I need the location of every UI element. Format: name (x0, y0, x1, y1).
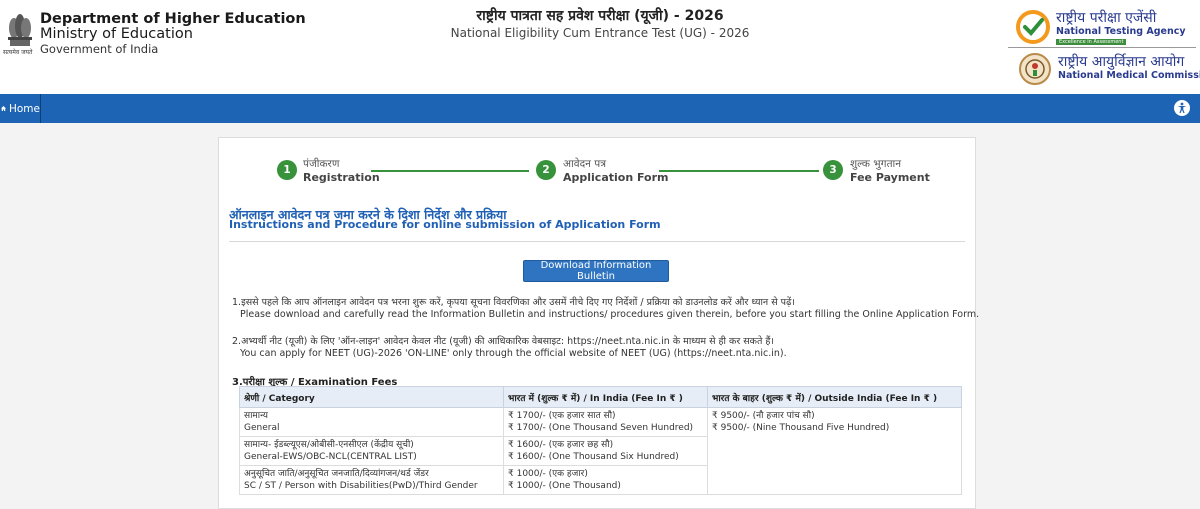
step-2-label-english: Application Form (563, 171, 669, 184)
column-header-category: श्रेणी / Category (239, 386, 504, 408)
table-row: सामान्य General ₹ 1700/- (एक हजार सात सौ… (239, 407, 962, 495)
category-cell: अनुसूचित जाति/अनुसूचित जनजाति/दिव्यांगजन… (239, 465, 504, 495)
fees-table: श्रेणी / Category भारत में (शुल्क ₹ में)… (239, 386, 962, 495)
emblem-caption: सत्यमेव जयते (3, 49, 33, 56)
nav-home-label: Home (8, 102, 40, 115)
download-bulletin-button[interactable]: Download Information Bulletin (523, 260, 669, 282)
main-navbar: Home (0, 94, 1200, 123)
india-fee-cell: ₹ 1000/- (एक हजार) ₹ 1000/- (One Thousan… (503, 465, 708, 495)
fee-hindi: ₹ 1000/- (एक हजार) (508, 469, 588, 479)
step-1-label-english: Registration (303, 171, 380, 184)
fees-table-header: श्रेणी / Category भारत में (शुल्क ₹ में)… (239, 386, 962, 408)
accessibility-icon[interactable] (1174, 100, 1190, 116)
section-divider (229, 241, 965, 242)
step-connector-2 (659, 170, 819, 172)
fee-english: ₹ 1000/- (One Thousand) (508, 481, 621, 491)
category-hindi: सामान्य (244, 411, 269, 421)
step-3-label-english: Fee Payment (850, 171, 930, 184)
application-card: 1 पंजीकरण Registration 2 आवेदन पत्र Appl… (218, 137, 980, 509)
category-hindi: अनुसूचित जाति/अनुसूचित जनजाति/दिव्यांगजन… (244, 469, 429, 479)
category-cell: सामान्य- ईडब्ल्यूएस/ओबीसी-एनसीएल (केंद्र… (239, 436, 504, 466)
outside-fee-hindi: ₹ 9500/- (नौ हजार पांच सौ) (712, 411, 815, 421)
category-english: General (244, 423, 280, 433)
step-2-label-hindi: आवेदन पत्र (563, 158, 607, 170)
step-2-circle: 2 (536, 160, 556, 180)
column-header-outside: भारत के बाहर (शुल्क ₹ में) / Outside Ind… (707, 386, 962, 408)
step-3-circle: 3 (823, 160, 843, 180)
category-cell: सामान्य General (239, 407, 504, 437)
nta-name-english: National Testing Agency (1056, 26, 1186, 37)
nmc-logo-icon (1019, 53, 1051, 85)
category-english: General-EWS/OBC-NCL(CENTRAL LIST) (244, 452, 417, 462)
column-header-india: भारत में (शुल्क ₹ में) / In India (Fee I… (503, 386, 708, 408)
instruction-1-hindi: 1.इससे पहले कि आप ऑनलाइन आवेदन पत्र भरना… (232, 297, 796, 308)
nta-logo-icon (1016, 10, 1050, 44)
fee-english: ₹ 1700/- (One Thousand Seven Hundred) (508, 423, 694, 433)
step-1-label-hindi: पंजीकरण (303, 158, 340, 170)
instruction-2-hindi: 2.अभ्यर्थी नीट (यूजी) के लिए 'ऑन-लाइन' आ… (232, 336, 775, 347)
nta-name-hindi: राष्ट्रीय परीक्षा एजेंसी (1056, 10, 1157, 26)
logo-separator (1008, 47, 1196, 48)
nta-tagline: Excellence in Assessment (1056, 39, 1127, 45)
government-name: Government of India (40, 42, 159, 56)
fee-hindi: ₹ 1700/- (एक हजार सात सौ) (508, 411, 616, 421)
step-3-label-hindi: शुल्क भुगतान (850, 158, 902, 170)
home-icon (1, 106, 6, 111)
site-header: सत्यमेव जयते Department of Higher Educat… (0, 0, 1200, 94)
section-title-english: Instructions and Procedure for online su… (229, 218, 661, 231)
fee-english: ₹ 1600/- (One Thousand Six Hundred) (508, 452, 679, 462)
outside-fee-english: ₹ 9500/- (Nine Thousand Five Hundred) (712, 423, 890, 433)
category-hindi: सामान्य- ईडब्ल्यूएस/ओबीसी-एनसीएल (केंद्र… (244, 440, 414, 450)
outside-india-fee-cell: ₹ 9500/- (नौ हजार पांच सौ) ₹ 9500/- (Nin… (707, 407, 962, 495)
fee-hindi: ₹ 1600/- (एक हजार छह सौ) (508, 440, 614, 450)
step-connector-1 (371, 170, 529, 172)
nmc-name-english: National Medical Commission (1058, 70, 1200, 81)
instruction-1-english: Please download and carefully read the I… (240, 309, 980, 320)
category-english: SC / ST / Person with Disabilities(PwD)/… (244, 481, 478, 491)
instruction-2-english: You can apply for NEET (UG)-2026 'ON-LIN… (240, 348, 787, 359)
india-fee-cell: ₹ 1700/- (एक हजार सात सौ) ₹ 1700/- (One … (503, 407, 708, 437)
step-1-circle: 1 (277, 160, 297, 180)
nav-home-link[interactable]: Home (0, 94, 41, 123)
nmc-name-hindi: राष्ट्रीय आयुर्विज्ञान आयोग (1058, 54, 1185, 70)
india-fee-cell: ₹ 1600/- (एक हजार छह सौ) ₹ 1600/- (One T… (503, 436, 708, 466)
